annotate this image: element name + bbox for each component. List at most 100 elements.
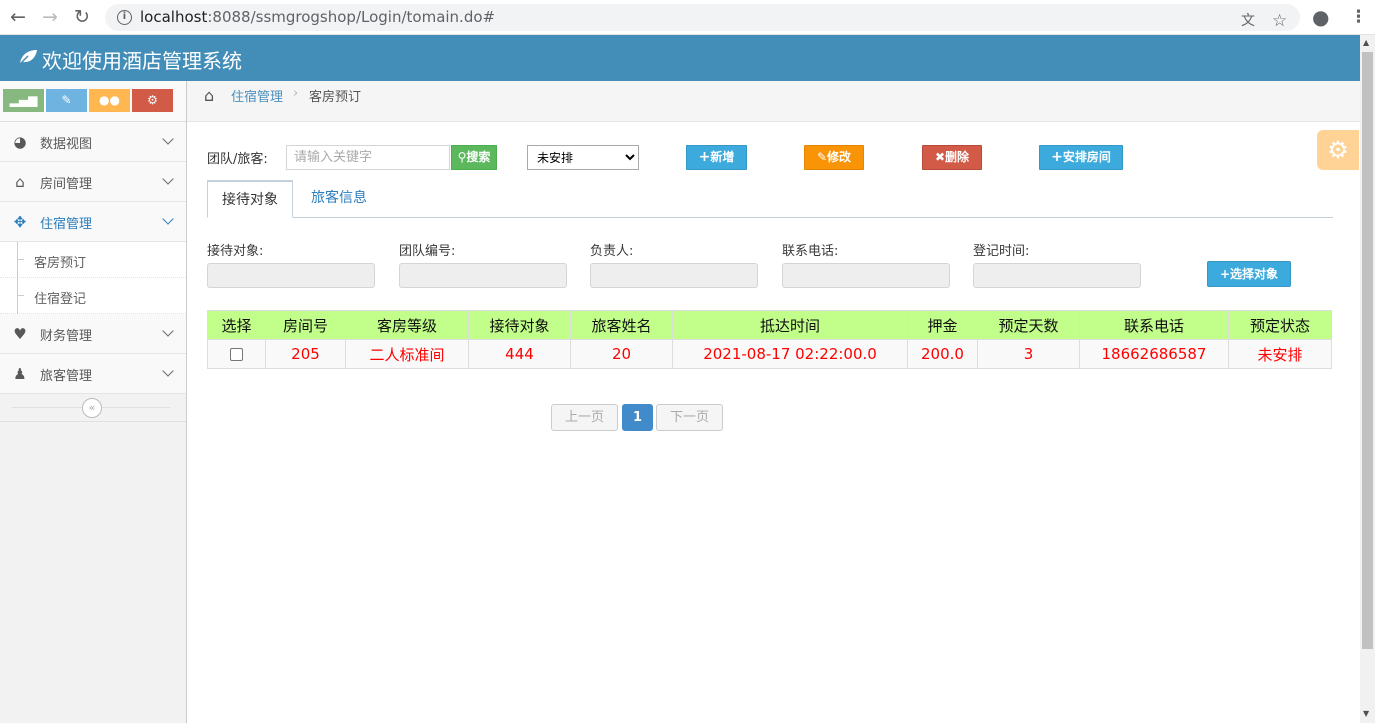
browser-toolbar: ← → ↻ i localhost:8088/ssmgrogshop/Login… xyxy=(0,0,1375,35)
sidebar-item-label: 数据视图 xyxy=(40,137,93,152)
dashboard-icon: ◕ xyxy=(13,133,27,151)
sidebar-subitem-checkin[interactable]: 住宿登记 xyxy=(0,278,186,314)
sidebar-item-rooms[interactable]: ⌂ 房间管理 xyxy=(0,162,186,202)
next-page-button[interactable]: 下一页 xyxy=(656,404,723,431)
leaf-icon xyxy=(18,50,37,65)
cell-reception-object: 444 xyxy=(468,339,571,369)
delete-button-label: 删除 xyxy=(945,150,970,164)
prev-page-button[interactable]: 上一页 xyxy=(551,404,618,431)
vertical-scrollbar[interactable]: ▲ ▼ xyxy=(1360,35,1375,723)
edit-button-label: 修改 xyxy=(827,150,852,164)
address-bar[interactable]: i localhost:8088/ssmgrogshop/Login/tomai… xyxy=(105,4,1300,31)
close-icon: ✖ xyxy=(934,150,946,164)
status-select[interactable]: 未安排 xyxy=(527,145,639,170)
select-object-button-label: 选择对象 xyxy=(1230,267,1279,281)
chevron-down-icon xyxy=(162,173,174,185)
scroll-up-icon[interactable]: ▲ xyxy=(1363,38,1369,47)
cell-guest-name: 20 xyxy=(570,339,673,369)
chevron-down-icon xyxy=(162,365,174,377)
forward-icon[interactable]: → xyxy=(38,6,62,28)
th-room-number: 房间号 xyxy=(265,310,346,340)
sidebar-item-guests[interactable]: ♟ 旅客管理 xyxy=(0,354,186,394)
th-arrival-time: 抵达时间 xyxy=(672,310,908,340)
sidebar-item-label: 财务管理 xyxy=(40,329,93,344)
tab-guest-info[interactable]: 旅客信息 xyxy=(299,180,379,218)
scroll-thumb[interactable] xyxy=(1362,52,1373,649)
cell-room-number: 205 xyxy=(265,339,346,369)
th-guest-name: 旅客姓名 xyxy=(570,310,673,340)
table-header-row: 选择 房间号 客房等级 接待对象 旅客姓名 抵达时间 押金 预定天数 联系电话 … xyxy=(207,310,1332,340)
booking-table: 选择 房间号 客房等级 接待对象 旅客姓名 抵达时间 押金 预定天数 联系电话 … xyxy=(207,310,1332,369)
cell-deposit: 200.0 xyxy=(907,339,978,369)
sidebar: ▂▄▆ ✎ ●● ⚙ ◕ 数据视图 ⌂ 房间管理 ✥ 住宿管理 客房预订 住宿登记 ♥… xyxy=(0,81,187,723)
menu-dots-icon[interactable]: ⋮ xyxy=(1350,6,1367,28)
url-text: localhost:8088/ssmgrogshop/Login/tomain.… xyxy=(140,8,496,26)
reload-icon[interactable]: ↻ xyxy=(70,6,94,28)
pencil-icon: ✎ xyxy=(816,150,828,164)
person-in-charge-label: 负责人: xyxy=(590,244,634,259)
chevron-down-icon xyxy=(162,133,174,145)
back-icon[interactable]: ← xyxy=(6,6,30,28)
home-icon: ⌂ xyxy=(15,173,25,191)
chevron-down-icon xyxy=(162,213,174,225)
cell-days: 3 xyxy=(977,339,1080,369)
sidebar-item-label: 房间管理 xyxy=(40,177,93,192)
breadcrumb-current: 客房预订 xyxy=(309,90,362,105)
register-time-label: 登记时间: xyxy=(973,244,1030,259)
th-days: 预定天数 xyxy=(977,310,1080,340)
search-button[interactable]: ⚲搜索 xyxy=(451,145,497,170)
search-input[interactable] xyxy=(286,145,450,170)
plus-icon: + xyxy=(1219,267,1231,281)
sidebar-collapse-bar: « xyxy=(0,394,186,422)
signal-icon[interactable]: ▂▄▆ xyxy=(3,89,44,112)
cogs-icon[interactable]: ⚙ xyxy=(132,89,173,112)
breadcrumb: ⌂ 住宿管理 › 客房预订 xyxy=(187,81,1360,122)
sidebar-item-finance[interactable]: ♥ 财务管理 xyxy=(0,314,186,354)
breadcrumb-parent-link[interactable]: 住宿管理 xyxy=(231,86,283,105)
info-icon[interactable]: i xyxy=(117,10,132,25)
heart-icon: ♥ xyxy=(13,325,27,343)
home-icon[interactable]: ⌂ xyxy=(204,86,214,105)
cell-phone: 18662686587 xyxy=(1079,339,1229,369)
tab-reception-object[interactable]: 接待对象 xyxy=(207,180,293,218)
chevron-down-icon xyxy=(162,325,174,337)
account-icon[interactable]: ● xyxy=(1312,6,1329,28)
add-button-label: 新增 xyxy=(710,150,735,164)
breadcrumb-separator-icon: › xyxy=(293,86,299,101)
translate-icon[interactable]: 文 xyxy=(1241,10,1255,32)
double-chevron-left-icon[interactable]: « xyxy=(82,398,102,418)
pencil-icon[interactable]: ✎ xyxy=(46,89,87,112)
row-checkbox[interactable] xyxy=(230,348,243,361)
search-button-label: 搜索 xyxy=(466,150,491,164)
th-phone: 联系电话 xyxy=(1079,310,1229,340)
sidebar-item-dataview[interactable]: ◕ 数据视图 xyxy=(0,122,186,162)
star-icon[interactable]: ☆ xyxy=(1272,10,1287,32)
shortcut-bar: ▂▄▆ ✎ ●● ⚙ xyxy=(0,81,186,122)
page-1-button[interactable]: 1 xyxy=(622,404,653,431)
settings-gear-icon[interactable]: ⚙ xyxy=(1317,130,1359,170)
phone-field[interactable] xyxy=(782,263,950,288)
team-number-field[interactable] xyxy=(399,263,567,288)
reception-object-field[interactable] xyxy=(207,263,375,288)
select-object-button[interactable]: +选择对象 xyxy=(1207,261,1291,287)
delete-button[interactable]: ✖删除 xyxy=(922,145,982,170)
cell-room-grade: 二人标准间 xyxy=(345,339,469,369)
team-number-label: 团队编号: xyxy=(399,244,456,259)
sidebar-subitem-booking[interactable]: 客房预订 xyxy=(0,242,186,278)
plus-icon: + xyxy=(698,149,711,165)
add-button[interactable]: +新增 xyxy=(686,145,747,170)
submenu-lodging: 客房预订 住宿登记 xyxy=(0,242,186,314)
scroll-down-icon[interactable]: ▼ xyxy=(1363,709,1369,718)
th-status: 预定状态 xyxy=(1228,310,1332,340)
phone-label: 联系电话: xyxy=(782,244,839,259)
arrange-room-button[interactable]: +安排房间 xyxy=(1039,145,1123,170)
sidebar-item-lodging[interactable]: ✥ 住宿管理 xyxy=(0,202,186,242)
search-label: 团队/旅客: xyxy=(207,152,268,167)
user-icon: ♟ xyxy=(13,365,27,383)
register-time-field[interactable] xyxy=(973,263,1141,288)
users-icon[interactable]: ●● xyxy=(89,89,130,112)
edit-button[interactable]: ✎修改 xyxy=(804,145,864,170)
table-row[interactable]: 205 二人标准间 444 20 2021-08-17 02:22:00.0 2… xyxy=(207,339,1332,369)
app-title: 欢迎使用酒店管理系统 xyxy=(42,49,242,73)
person-in-charge-field[interactable] xyxy=(590,263,758,288)
